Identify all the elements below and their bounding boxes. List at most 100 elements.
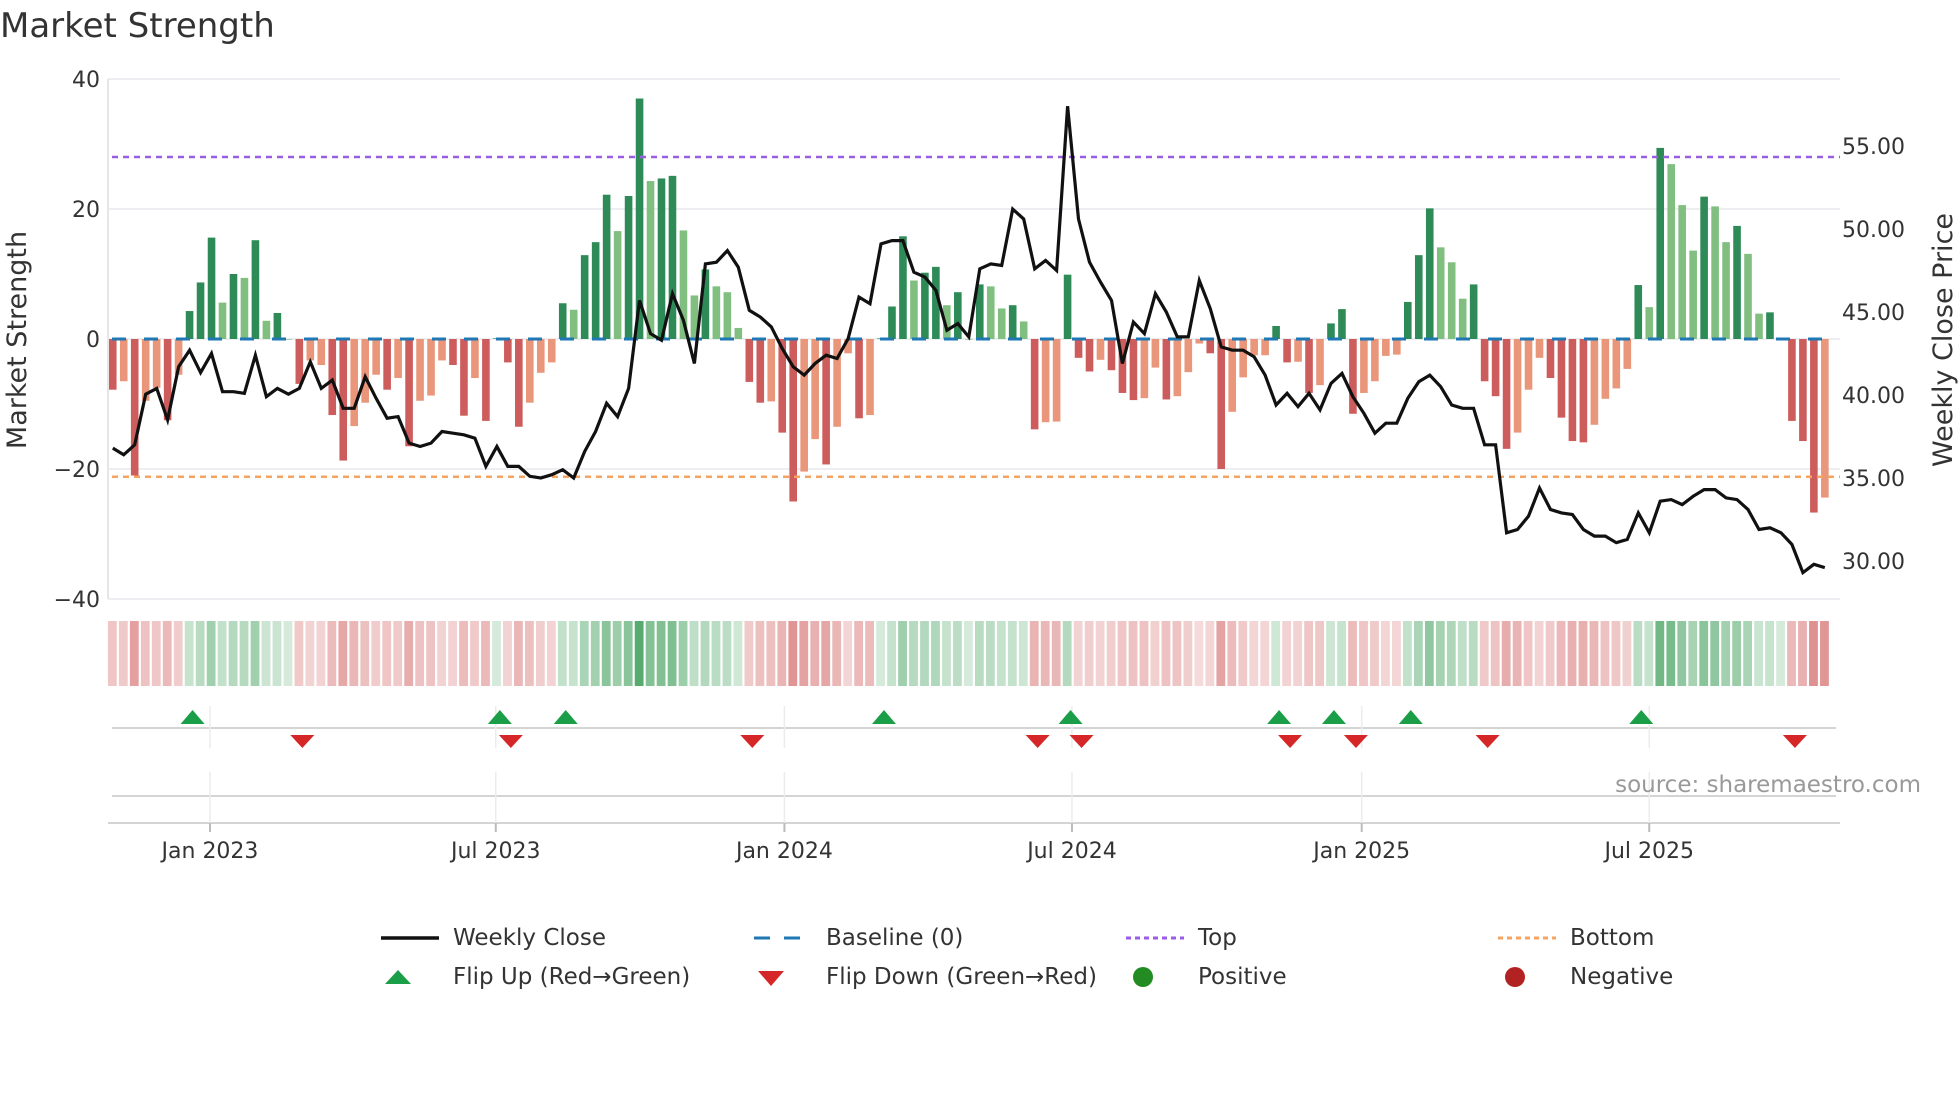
strip-cell bbox=[645, 621, 655, 686]
strip-cell bbox=[1490, 621, 1500, 686]
strength-bar bbox=[1414, 255, 1423, 339]
strength-heat-strip bbox=[107, 621, 1829, 686]
strip-cell bbox=[623, 621, 633, 686]
legend-item-line: Weekly Close bbox=[381, 925, 606, 951]
y-tick-label: 40 bbox=[72, 68, 100, 93]
strip-cell bbox=[1150, 621, 1160, 686]
strength-bar bbox=[1008, 305, 1017, 339]
strength-bar bbox=[1162, 339, 1171, 400]
strength-bar bbox=[580, 255, 589, 339]
strength-bar bbox=[986, 286, 995, 339]
strip-cell bbox=[1567, 621, 1577, 686]
strength-bar bbox=[394, 339, 402, 378]
strip-cell bbox=[546, 621, 556, 686]
y-tick-label: 0 bbox=[86, 328, 100, 353]
strength-bar bbox=[1261, 339, 1269, 356]
strength-bar bbox=[866, 339, 874, 416]
x-tick-label: Jul 2023 bbox=[449, 839, 541, 864]
strength-bar bbox=[108, 339, 117, 390]
strength-bar bbox=[888, 306, 896, 339]
flip-down-marker bbox=[740, 735, 765, 748]
strip-cell bbox=[1545, 621, 1555, 686]
strip-cell bbox=[1765, 621, 1774, 686]
strength-bar bbox=[536, 339, 545, 373]
strength-bar bbox=[1755, 313, 1763, 339]
strength-bar bbox=[1129, 339, 1138, 401]
legend-label: Weekly Close bbox=[453, 925, 606, 951]
legend-label: Negative bbox=[1570, 964, 1674, 990]
legend-item-dot-orange: Bottom bbox=[1498, 925, 1654, 951]
strength-bar bbox=[405, 339, 413, 447]
strength-bar bbox=[569, 309, 578, 339]
strength-bar bbox=[591, 242, 600, 339]
strip-cell bbox=[206, 621, 216, 686]
strength-bar bbox=[350, 339, 358, 427]
strip-cell bbox=[1128, 621, 1138, 686]
strip-cell bbox=[876, 621, 885, 686]
strength-bar bbox=[712, 286, 721, 339]
strip-cell bbox=[1479, 621, 1489, 686]
strip-cell bbox=[294, 621, 304, 686]
strength-bar bbox=[1821, 339, 1829, 498]
strength-bar bbox=[1294, 339, 1302, 362]
strength-bar bbox=[1338, 309, 1346, 339]
y2-tick-label: 45.00 bbox=[1842, 301, 1905, 326]
legend-dot-purple-icon bbox=[1126, 936, 1184, 940]
strip-cell bbox=[1633, 621, 1643, 686]
strength-bar bbox=[1107, 339, 1116, 371]
y-tick-label: −20 bbox=[54, 458, 100, 483]
strip-cell bbox=[349, 621, 359, 686]
strength-bar bbox=[547, 339, 556, 363]
strip-cell bbox=[415, 621, 425, 686]
strip-cell bbox=[481, 621, 490, 686]
strip-cell bbox=[327, 621, 337, 686]
strip-cell bbox=[1732, 621, 1742, 686]
strength-bar bbox=[954, 292, 962, 339]
strip-cell bbox=[1205, 621, 1215, 686]
strip-cell bbox=[996, 621, 1006, 686]
strength-bar bbox=[1360, 339, 1368, 393]
strip-cell bbox=[1710, 621, 1720, 686]
strip-cell bbox=[1161, 621, 1171, 686]
strength-bar bbox=[460, 339, 468, 416]
strip-cell bbox=[755, 621, 765, 686]
strength-bar bbox=[1074, 339, 1083, 358]
strip-cell bbox=[1007, 621, 1017, 686]
strip-cell bbox=[129, 621, 139, 686]
strength-bar bbox=[1019, 321, 1028, 339]
strength-bar bbox=[251, 240, 260, 339]
y2-tick-label: 30.00 bbox=[1842, 550, 1905, 575]
strip-cell bbox=[118, 621, 128, 686]
flip-up-marker bbox=[1398, 710, 1423, 724]
strip-cell bbox=[261, 621, 271, 686]
strip-cell bbox=[535, 621, 545, 686]
strip-cell bbox=[1018, 621, 1028, 686]
strip-cell bbox=[722, 621, 732, 686]
strip-cell bbox=[250, 621, 260, 686]
strength-bar bbox=[416, 339, 424, 401]
strength-bar bbox=[1250, 339, 1258, 356]
strip-cell bbox=[140, 621, 150, 686]
strength-bar bbox=[295, 339, 304, 384]
strip-cell bbox=[1446, 621, 1456, 686]
strip-cell bbox=[1776, 621, 1785, 686]
strip-cell bbox=[1721, 621, 1731, 686]
strength-bar bbox=[1502, 339, 1511, 449]
strip-cell bbox=[1348, 621, 1357, 686]
strength-bar bbox=[1371, 339, 1379, 382]
strength-bar bbox=[471, 339, 479, 378]
strip-cell bbox=[228, 621, 238, 686]
legend-label: Bottom bbox=[1570, 925, 1655, 951]
strength-bar bbox=[1689, 250, 1697, 339]
strip-cell bbox=[656, 621, 666, 686]
strip-cell bbox=[1512, 621, 1522, 686]
strength-bar bbox=[558, 303, 567, 339]
strength-bar bbox=[218, 302, 227, 339]
strip-cell bbox=[1666, 621, 1676, 686]
strength-bar bbox=[756, 339, 765, 403]
strip-cell bbox=[667, 621, 677, 686]
strip-cell bbox=[1622, 621, 1632, 686]
strength-bar bbox=[262, 320, 271, 339]
strip-cell bbox=[700, 621, 710, 686]
strip-cell bbox=[239, 621, 249, 686]
